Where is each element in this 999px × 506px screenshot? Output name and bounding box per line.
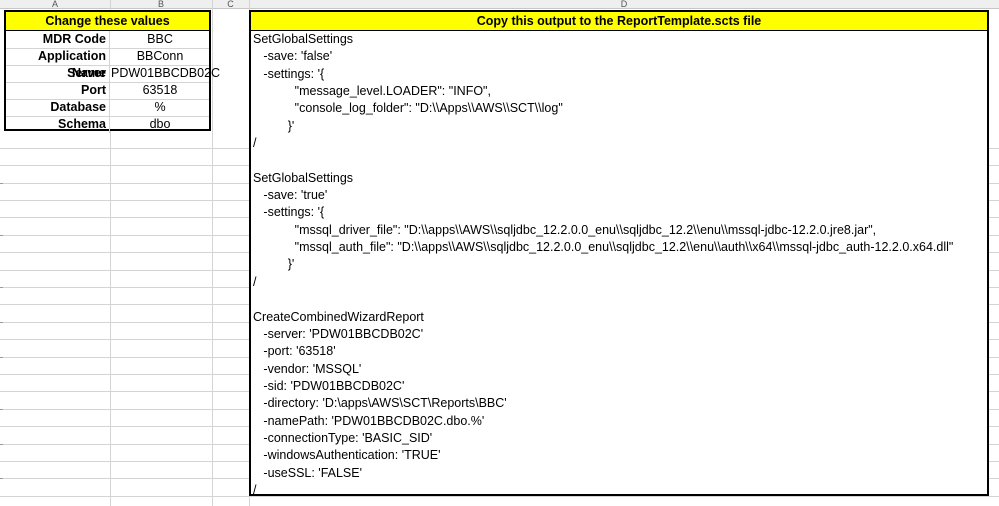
output-line: -directory: 'D:\apps\AWS\SCT\Reports\BBC… [253, 396, 507, 411]
output-header[interactable]: Copy this output to the ReportTemplate.s… [251, 12, 987, 31]
output-line: -namePath: 'PDW01BBCDB02C.dbo.%' [253, 413, 485, 428]
output-line: SetGlobalSettings [253, 32, 354, 46]
output-line: -port: '63518' [253, 344, 336, 359]
settings-value[interactable]: dbo [111, 116, 209, 133]
row-header-tick [0, 478, 3, 479]
column-header-c[interactable]: C [212, 0, 250, 9]
output-box: Copy this output to the ReportTemplate.s… [249, 10, 989, 496]
row-header-tick [0, 235, 3, 236]
settings-key[interactable]: Schema [6, 116, 110, 133]
output-line: CreateCombinedWizardReport [253, 309, 424, 324]
output-line: }' [253, 257, 295, 272]
output-line: -settings: '{ [253, 66, 325, 81]
output-line: }' [253, 118, 295, 133]
settings-key[interactable]: Application Name [6, 48, 110, 80]
output-line: -useSSL: 'FALSE' [253, 465, 362, 480]
settings-row-mdr-code[interactable]: MDR Code BBC [6, 31, 209, 49]
output-line: "console_log_folder": "D:\\Apps\\AWS\\SC… [253, 101, 563, 116]
output-line: -save: 'false' [253, 49, 333, 64]
settings-header[interactable]: Change these values [6, 12, 209, 31]
output-line: "mssql_driver_file": "D:\\apps\\AWS\\sql… [253, 222, 877, 237]
row-header-tick [0, 444, 3, 445]
output-line: -windowsAuthentication: 'TRUE' [253, 448, 441, 463]
row-header-tick [0, 287, 3, 288]
output-cell[interactable]: SetGlobalSettings -save: 'false' -settin… [251, 31, 987, 494]
settings-key[interactable]: Port [6, 82, 110, 99]
settings-key[interactable]: Server [6, 65, 110, 82]
settings-value[interactable]: PDW01BBCDB02C [111, 65, 220, 82]
settings-key[interactable]: Database [6, 99, 110, 116]
output-line: SetGlobalSettings [253, 170, 354, 185]
gridline [0, 496, 999, 497]
column-header-a[interactable]: A [0, 0, 111, 9]
settings-row-port[interactable]: Port 63518 [6, 82, 209, 100]
row-header-tick [0, 409, 3, 410]
settings-row-server[interactable]: Server PDW01BBCDB02C [6, 65, 220, 83]
row-header-tick [0, 322, 3, 323]
output-line: -connectionType: 'BASIC_SID' [253, 430, 433, 445]
settings-key[interactable]: MDR Code [6, 31, 110, 48]
settings-row-application-name[interactable]: Application Name BBConn [6, 48, 209, 80]
output-line: -settings: '{ [253, 205, 325, 220]
settings-row-database[interactable]: Database % [6, 99, 209, 117]
output-line: -server: 'PDW01BBCDB02C' [253, 326, 424, 341]
output-line: -vendor: 'MSSQL' [253, 361, 362, 376]
settings-row-schema[interactable]: Schema dbo [6, 116, 209, 133]
settings-value[interactable]: BBC [111, 31, 209, 48]
output-line: / [253, 136, 257, 151]
settings-value[interactable]: % [111, 99, 209, 116]
column-header-d[interactable]: D [249, 0, 999, 9]
settings-value[interactable]: BBConn [111, 48, 209, 65]
row-header-tick [0, 183, 3, 184]
row-header-tick [0, 357, 3, 358]
column-header-b[interactable]: B [110, 0, 213, 9]
output-line: "message_level.LOADER": "INFO", [253, 84, 491, 99]
output-line: / [253, 274, 257, 289]
output-line: "mssql_auth_file": "D:\\apps\\AWS\\sqljd… [253, 240, 954, 255]
output-line: -save: 'true' [253, 188, 328, 203]
settings-value[interactable]: 63518 [111, 82, 209, 99]
settings-table: Change these values MDR Code BBC Applica… [4, 10, 220, 133]
output-line: -sid: 'PDW01BBCDB02C' [253, 378, 405, 393]
output-line: / [253, 482, 257, 494]
